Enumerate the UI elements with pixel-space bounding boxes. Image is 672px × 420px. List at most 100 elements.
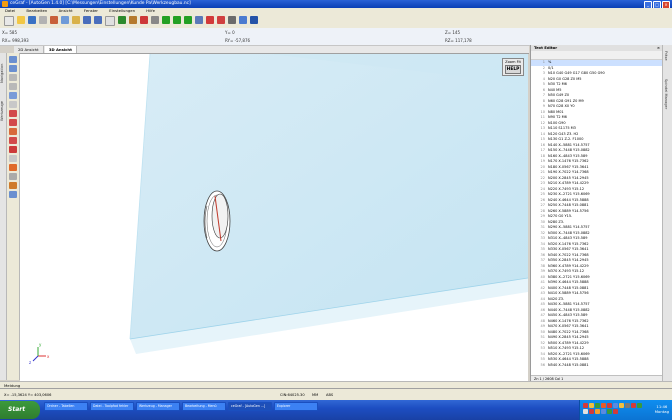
- line-text: N180 X.0567 Y15.3641: [548, 164, 589, 169]
- line-text: N170 X.1476 Y15.7362: [548, 159, 589, 163]
- line-text: N450 X-.4843 Y15.589: [548, 313, 588, 317]
- toolpath-icon[interactable]: [9, 164, 17, 171]
- new-file-icon[interactable]: [4, 16, 14, 26]
- side-tab-mill[interactable]: Fräse: [664, 51, 668, 61]
- code-line[interactable]: 56 N540 X.7448 Y15.0881: [531, 363, 663, 369]
- tray-sync-icon[interactable]: [637, 403, 642, 408]
- save-icon[interactable]: [28, 16, 36, 24]
- undo-icon[interactable]: [83, 16, 91, 24]
- tray-bluetooth-icon[interactable]: [601, 409, 606, 414]
- tab-3d-view[interactable]: 3D Ansicht: [44, 46, 77, 53]
- tray-shield-icon[interactable]: [607, 409, 612, 414]
- tool-palette: [7, 53, 20, 380]
- tool-icon[interactable]: [118, 16, 126, 24]
- cylinder-icon[interactable]: [9, 137, 17, 144]
- tray-network-icon[interactable]: [589, 403, 594, 408]
- line-text: N260 X.5889 Y14.5756: [548, 208, 589, 213]
- fit-icon[interactable]: [9, 101, 17, 108]
- print-icon[interactable]: [39, 16, 47, 24]
- move-icon[interactable]: [250, 16, 258, 24]
- line-text: N480 X.7022 Y14.7368: [548, 329, 589, 334]
- clock-day: Montag: [654, 409, 669, 414]
- pause-icon[interactable]: [195, 16, 203, 24]
- paste-icon[interactable]: [72, 16, 80, 24]
- open-folder-icon[interactable]: [17, 16, 25, 24]
- tray-antivirus-icon[interactable]: [583, 403, 588, 408]
- line-text: N230 X-.2721 Y15.6069: [548, 192, 590, 196]
- tab-2d-view[interactable]: 2D Ansicht: [14, 46, 44, 53]
- stop-icon[interactable]: [140, 16, 148, 24]
- axis-z-label: z: [29, 360, 31, 365]
- rotate-icon[interactable]: [9, 92, 17, 99]
- 3d-viewport[interactable]: x y z Zoom Fit HELP: [20, 54, 528, 381]
- line-text: N70 G28 X0 Y0: [548, 104, 575, 108]
- line-text: N110 S1175 M3: [548, 126, 576, 130]
- coord-y: Y= 0: [225, 30, 235, 35]
- refresh-icon[interactable]: [239, 16, 247, 24]
- line-text: N30 T2 M6: [548, 82, 567, 86]
- grid-icon[interactable]: [217, 16, 225, 24]
- taskbar-button[interactable]: ceGraf - [AutoGen ...]: [228, 402, 272, 411]
- tray-volume-icon[interactable]: [613, 403, 618, 408]
- taskbar-button[interactable]: Werkzeug - Manager: [136, 402, 180, 411]
- reset-icon[interactable]: [206, 16, 214, 24]
- coordinate-bar: X= 585 Y= 0 Z= 145 RX= 998,393 RY= -57,8…: [0, 28, 672, 46]
- select-icon[interactable]: [9, 56, 17, 63]
- zoom-out-icon[interactable]: [9, 83, 17, 90]
- box-icon[interactable]: [9, 128, 17, 135]
- settings-icon[interactable]: [228, 16, 236, 24]
- cut-icon[interactable]: [50, 16, 58, 24]
- sphere-icon[interactable]: [9, 146, 17, 153]
- system-tray: 11:46 Montag: [579, 400, 672, 420]
- side-tab-tools[interactable]: Werkzeuge: [0, 95, 6, 127]
- arc-icon[interactable]: [9, 119, 17, 126]
- line-text: N280 Z3.: [548, 219, 565, 224]
- help-button[interactable]: HELP: [505, 65, 521, 74]
- line-text: N370 X.7493 Y15.12: [548, 269, 585, 273]
- zoom-fit-button[interactable]: Zoom Fit: [503, 59, 523, 65]
- tray-security-icon[interactable]: [631, 403, 636, 408]
- zoom-icon[interactable]: [151, 16, 159, 24]
- tray-usb-icon[interactable]: [583, 409, 588, 414]
- line-text: N400 X.7448 Y15.0881: [548, 285, 589, 290]
- line-icon[interactable]: [9, 110, 17, 117]
- status-cin: CIN:64025.30: [280, 393, 305, 397]
- tray-warning-icon[interactable]: [613, 409, 618, 414]
- tray-power-icon[interactable]: [595, 409, 600, 414]
- material-icon[interactable]: [9, 182, 17, 189]
- tray-icons: [583, 403, 645, 414]
- view-icon[interactable]: [105, 16, 115, 26]
- measure-icon[interactable]: [129, 16, 137, 24]
- zoom-in-icon[interactable]: [9, 74, 17, 81]
- tray-folder-icon[interactable]: [619, 403, 624, 408]
- line-text: N430 X-.5881 Y14.5757: [548, 302, 590, 306]
- side-tab-spindle-manager[interactable]: Spindel Manager: [664, 79, 668, 109]
- tray-mail-icon[interactable]: [589, 409, 594, 414]
- start-button[interactable]: Start: [0, 401, 40, 419]
- line-text: N320 X.1476 Y15.7362: [548, 241, 589, 246]
- taskbar-button[interactable]: Explorer: [274, 402, 318, 411]
- line-text: N440 X-.7448 Y15.0882: [548, 307, 590, 312]
- line-text: %: [548, 60, 552, 64]
- side-tab-navigation[interactable]: Navigation: [0, 57, 6, 89]
- step-icon[interactable]: [173, 16, 181, 24]
- export-icon[interactable]: [9, 191, 17, 198]
- fast-forward-icon[interactable]: [184, 16, 192, 24]
- tray-update-icon[interactable]: [595, 403, 600, 408]
- taskbar-button[interactable]: Ordner - Tabellen: [44, 402, 88, 411]
- pan-icon[interactable]: [9, 65, 17, 72]
- tray-app-icon[interactable]: [601, 403, 606, 408]
- copy-icon[interactable]: [61, 16, 69, 24]
- measure-tool-icon[interactable]: [9, 173, 17, 180]
- line-text: N420 Z3.: [548, 296, 565, 301]
- layer-icon[interactable]: [9, 155, 17, 162]
- tray-alert-icon[interactable]: [607, 403, 612, 408]
- clock[interactable]: 11:46 Montag: [655, 404, 669, 414]
- redo-icon[interactable]: [94, 16, 102, 24]
- taskbar-button[interactable]: Bearbeitung - Menü: [182, 402, 226, 411]
- axis-y-label: y: [39, 342, 42, 347]
- taskbar-button[interactable]: Datei - Toolpfad fehler: [90, 402, 134, 411]
- tray-printer-icon[interactable]: [625, 403, 630, 408]
- play-icon[interactable]: [162, 16, 170, 24]
- code-lines[interactable]: 1% 2 0/1 3 N10 G40 G49 G17 G80 G50 G90 4 N20 G…: [531, 60, 663, 373]
